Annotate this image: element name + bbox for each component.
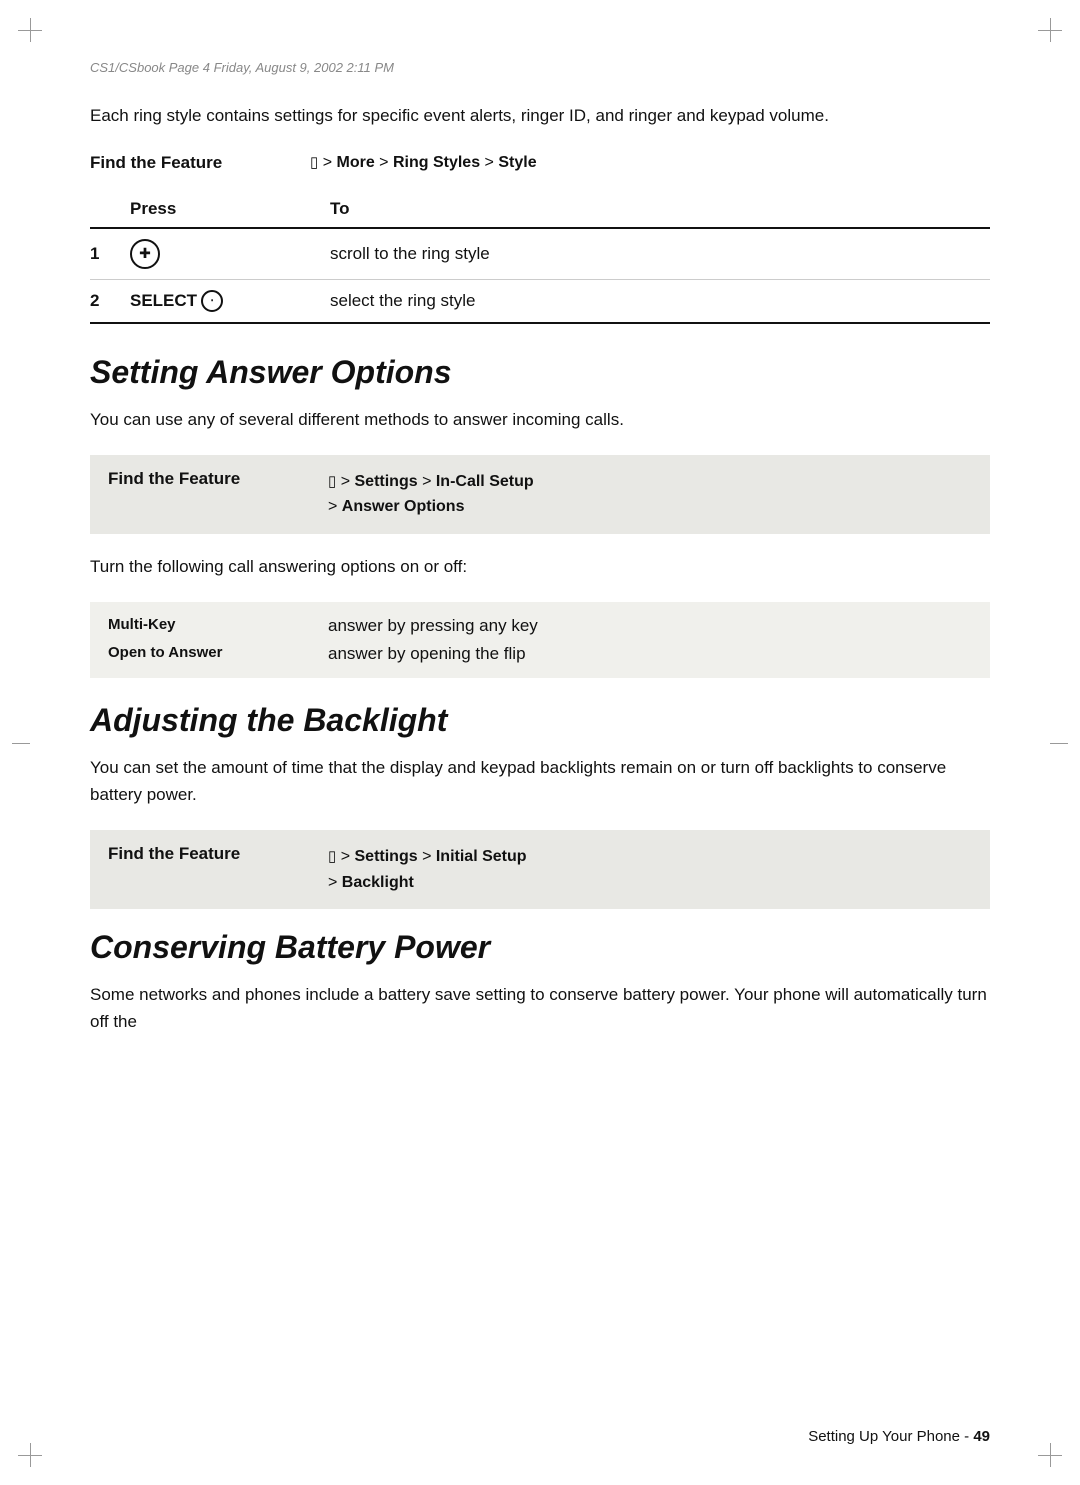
select-button-label: SELECT ⋅ <box>130 290 223 312</box>
corner-mark-bl <box>18 1443 42 1467</box>
footer-page-num: 49 <box>973 1428 990 1445</box>
backlight-title: Adjusting the Backlight <box>90 702 990 739</box>
option-open-desc: answer by opening the flip <box>328 644 972 664</box>
tick-right <box>1050 743 1068 744</box>
ring-styles-find-feature-label: Find the Feature <box>90 153 310 173</box>
select-text: SELECT <box>130 291 197 311</box>
row1-to: scroll to the ring style <box>310 228 990 280</box>
corner-mark-tl <box>18 18 42 42</box>
backlight-find-feature: Find the Feature ▯ > Settings > Initial … <box>90 830 990 909</box>
backlight-find-feature-label: Find the Feature <box>108 844 328 864</box>
option-multikey-desc: answer by pressing any key <box>328 616 972 636</box>
backlight-body: You can set the amount of time that the … <box>90 755 990 808</box>
option-row-multikey: Multi-Key answer by pressing any key <box>108 616 972 636</box>
answer-options-turn-text: Turn the following call answering option… <box>90 554 990 580</box>
ring-styles-find-feature: Find the Feature ▯ > More > Ring Styles … <box>90 153 990 173</box>
option-multikey-name: Multi-Key <box>108 616 328 633</box>
footer: Setting Up Your Phone - 49 <box>808 1428 990 1445</box>
backlight-find-feature-path: ▯ > Settings > Initial Setup > Backlight <box>328 844 972 895</box>
row1-icon: ✚ <box>130 228 310 280</box>
col-header-press-label: Press <box>130 191 310 228</box>
battery-title: Conserving Battery Power <box>90 929 990 966</box>
corner-mark-tr <box>1038 18 1062 42</box>
answer-options-find-feature: Find the Feature ▯ > Settings > In-Call … <box>90 455 990 534</box>
answer-options-title: Setting Answer Options <box>90 354 990 391</box>
ring-styles-find-feature-path: ▯ > More > Ring Styles > Style <box>310 153 990 172</box>
row1-num: 1 <box>90 228 130 280</box>
answer-options-find-feature-label: Find the Feature <box>108 469 328 489</box>
col-header-to: To <box>310 191 990 228</box>
table-row: 2 SELECT ⋅ select the ring style <box>90 279 990 323</box>
option-open-name: Open to Answer <box>108 644 328 661</box>
tick-left <box>12 743 30 744</box>
answer-options-list: Multi-Key answer by pressing any key Ope… <box>90 602 990 678</box>
battery-body: Some networks and phones include a batte… <box>90 982 990 1035</box>
intro-text: Each ring style contains settings for sp… <box>90 103 990 129</box>
nav-circle-icon: ✚ <box>130 239 160 269</box>
table-row: 1 ✚ scroll to the ring style <box>90 228 990 280</box>
select-circle-icon: ⋅ <box>201 290 223 312</box>
row2-icon: SELECT ⋅ <box>130 279 310 323</box>
col-header-press <box>90 191 130 228</box>
option-row-open-to-answer: Open to Answer answer by opening the fli… <box>108 644 972 664</box>
header-line: CS1/CSbook Page 4 Friday, August 9, 2002… <box>90 60 990 75</box>
answer-options-body: You can use any of several different met… <box>90 407 990 433</box>
footer-text: Setting Up Your Phone - <box>808 1428 973 1445</box>
corner-mark-br <box>1038 1443 1062 1467</box>
answer-options-find-feature-path: ▯ > Settings > In-Call Setup > Answer Op… <box>328 469 972 520</box>
row2-num: 2 <box>90 279 130 323</box>
ring-styles-table: Press To 1 ✚ scroll to the ring style 2 … <box>90 191 990 324</box>
row2-to: select the ring style <box>310 279 990 323</box>
